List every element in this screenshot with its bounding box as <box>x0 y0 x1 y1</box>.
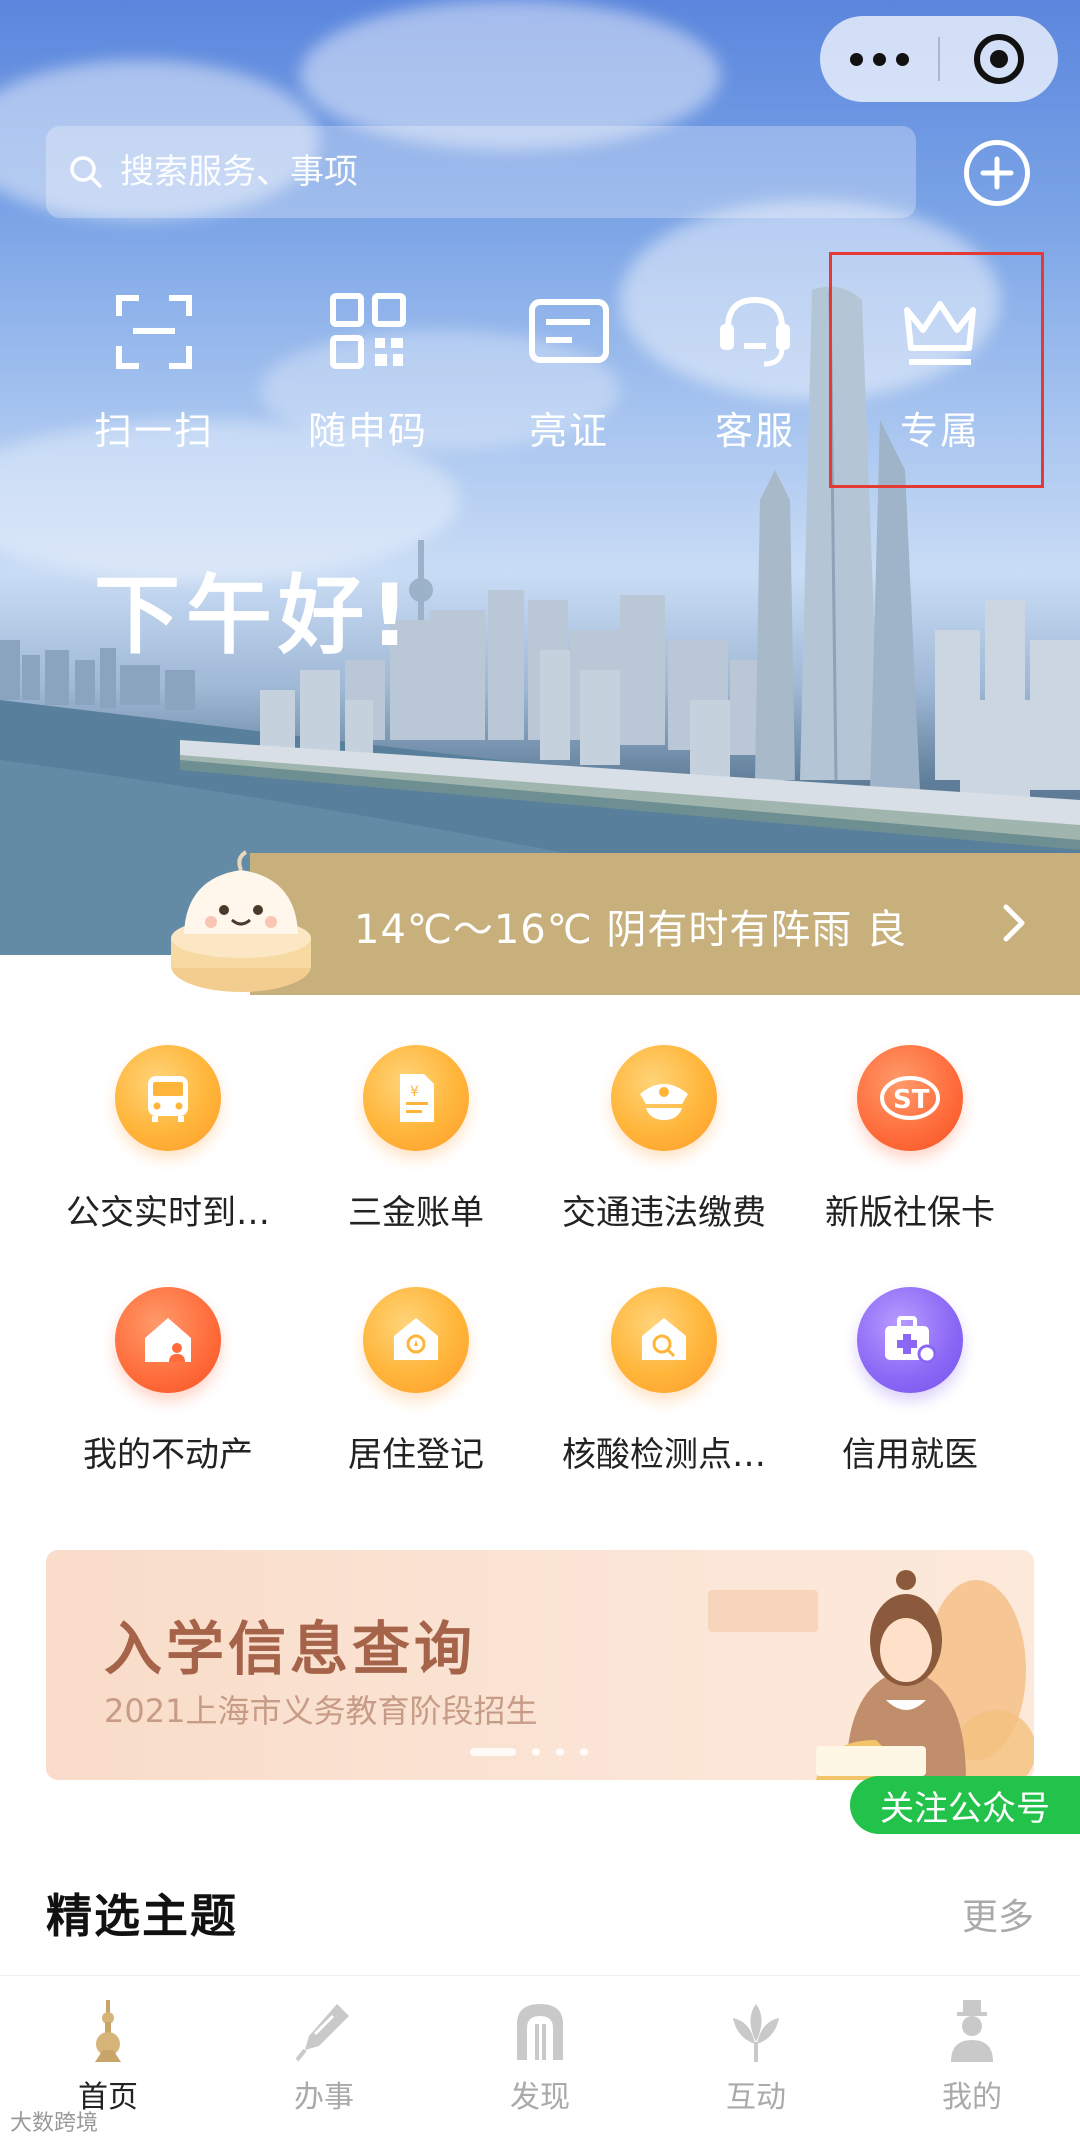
pagination-dot <box>580 1748 588 1756</box>
scan-icon <box>116 295 192 369</box>
hero-banner: 扫一扫 随申码 亮证 客服 <box>0 0 1080 955</box>
service-social-security-card[interactable]: ST 新版社保卡 <box>795 1045 1025 1234</box>
more-options-button[interactable] <box>820 16 938 102</box>
quick-action-scan[interactable]: 扫一扫 <box>69 290 239 455</box>
service-three-funds-bill[interactable]: ¥ 三金账单 <box>301 1045 531 1234</box>
quick-action-label: 扫一扫 <box>93 409 214 453</box>
banner-title: 入学信息查询 <box>104 1615 477 1683</box>
service-residence-registration[interactable]: 居住登记 <box>301 1287 531 1476</box>
service-icon-circle <box>857 1287 963 1393</box>
service-bus-realtime[interactable]: 公交实时到… <box>53 1045 283 1234</box>
tab-interact[interactable]: 互动 <box>648 1976 864 2140</box>
bus-icon <box>148 1076 188 1122</box>
service-label: 交通违法缴费 <box>562 1193 766 1233</box>
service-label: 核酸检测点… <box>562 1435 766 1475</box>
pagination-dot <box>470 1748 516 1756</box>
house-icon <box>394 1318 438 1360</box>
svg-text:¥: ¥ <box>410 1084 419 1100</box>
search-bar[interactable] <box>46 126 916 218</box>
magnolia-icon <box>733 2004 779 2062</box>
add-button[interactable] <box>964 140 1030 206</box>
promo-banner[interactable]: 入学信息查询 2021上海市义务教育阶段招生 <box>46 1550 1034 1780</box>
service-icon-circle <box>115 1287 221 1393</box>
service-label: 三金账单 <box>348 1193 484 1233</box>
target-icon <box>974 34 1024 84</box>
pagination-dot <box>556 1748 564 1756</box>
profile-icon <box>951 2000 993 2062</box>
banner-pagination <box>470 1748 588 1756</box>
quick-action-label: 客服 <box>714 409 795 453</box>
follow-official-account-button[interactable]: 关注公众号 <box>850 1776 1080 1834</box>
search-icon <box>70 156 102 188</box>
more-link[interactable]: 更多 <box>962 1888 1034 1940</box>
service-icon-circle <box>363 1287 469 1393</box>
tab-label: 互动 <box>726 2080 786 2115</box>
service-label: 我的不动产 <box>83 1435 253 1475</box>
dot-icon <box>872 52 886 66</box>
weather-text: 14℃～16℃ 阴有时有阵雨 良 <box>354 907 908 953</box>
quick-action-show-id[interactable]: 亮证 <box>484 290 654 455</box>
service-label: 居住登记 <box>348 1435 484 1475</box>
social-security-icon: ST <box>880 1076 940 1120</box>
tab-label: 办事 <box>294 2080 354 2115</box>
banner-subtitle: 2021上海市义务教育阶段招生 <box>104 1692 538 1730</box>
medical-kit-icon <box>885 1316 937 1364</box>
service-label: 新版社保卡 <box>825 1193 995 1233</box>
tab-label: 发现 <box>510 2080 570 2115</box>
pearl-tower-icon <box>95 2000 121 2062</box>
pagination-dot <box>532 1748 540 1756</box>
pen-icon <box>295 2004 349 2062</box>
service-my-real-estate[interactable]: 我的不动产 <box>53 1287 283 1476</box>
dot-icon <box>849 52 863 66</box>
watermark: 大数跨境 <box>10 2111 99 2136</box>
service-icon-circle <box>115 1045 221 1151</box>
service-traffic-fine[interactable]: 交通违法缴费 <box>549 1045 779 1234</box>
bill-icon: ¥ <box>400 1074 434 1122</box>
quick-action-health-code[interactable]: 随申码 <box>283 290 453 455</box>
mascot-bun-icon <box>171 850 311 992</box>
search-input[interactable] <box>120 152 820 192</box>
tab-services[interactable]: 办事 <box>216 1976 432 2140</box>
test-site-icon <box>642 1318 686 1360</box>
tab-label: 我的 <box>942 2080 1002 2115</box>
greeting-text: 下午好! <box>94 566 416 666</box>
svg-text:ST: ST <box>893 1085 930 1115</box>
house-person-icon <box>145 1318 191 1362</box>
service-label: 公交实时到… <box>66 1193 270 1233</box>
section-title: 精选主题 <box>46 1889 238 1943</box>
tab-discover[interactable]: 发现 <box>432 1976 648 2140</box>
tab-mine[interactable]: 我的 <box>864 1976 1080 2140</box>
service-label: 信用就医 <box>842 1435 978 1475</box>
dot-icon <box>895 52 909 66</box>
service-credit-medical[interactable]: 信用就医 <box>795 1287 1025 1476</box>
student-illustration <box>708 1570 1034 1780</box>
arch-building-icon <box>517 2004 563 2060</box>
chevron-right-icon <box>1003 904 1025 942</box>
quick-action-customer-service[interactable]: 客服 <box>670 290 840 455</box>
service-icon-circle: ST <box>857 1045 963 1151</box>
headset-icon <box>720 296 790 367</box>
service-icon-circle: ¥ <box>363 1045 469 1151</box>
quick-action-label: 随申码 <box>307 409 428 453</box>
close-mini-program-button[interactable] <box>940 16 1058 102</box>
id-card-icon <box>529 299 609 363</box>
police-cap-icon <box>640 1084 688 1120</box>
service-icon-circle <box>611 1287 717 1393</box>
plus-icon <box>980 156 1014 190</box>
bottom-tab-bar: 首页 办事 发现 互动 我的 <box>0 1975 1080 2140</box>
weather-bar[interactable]: 14℃～16℃ 阴有时有阵雨 良 <box>250 853 1080 995</box>
service-test-sites[interactable]: 核酸检测点… <box>549 1287 779 1476</box>
quick-action-label: 亮证 <box>528 409 609 453</box>
highlight-box <box>829 252 1044 488</box>
service-icon-circle <box>611 1045 717 1151</box>
mini-program-capsule <box>820 16 1058 102</box>
qr-code-icon <box>330 293 406 369</box>
